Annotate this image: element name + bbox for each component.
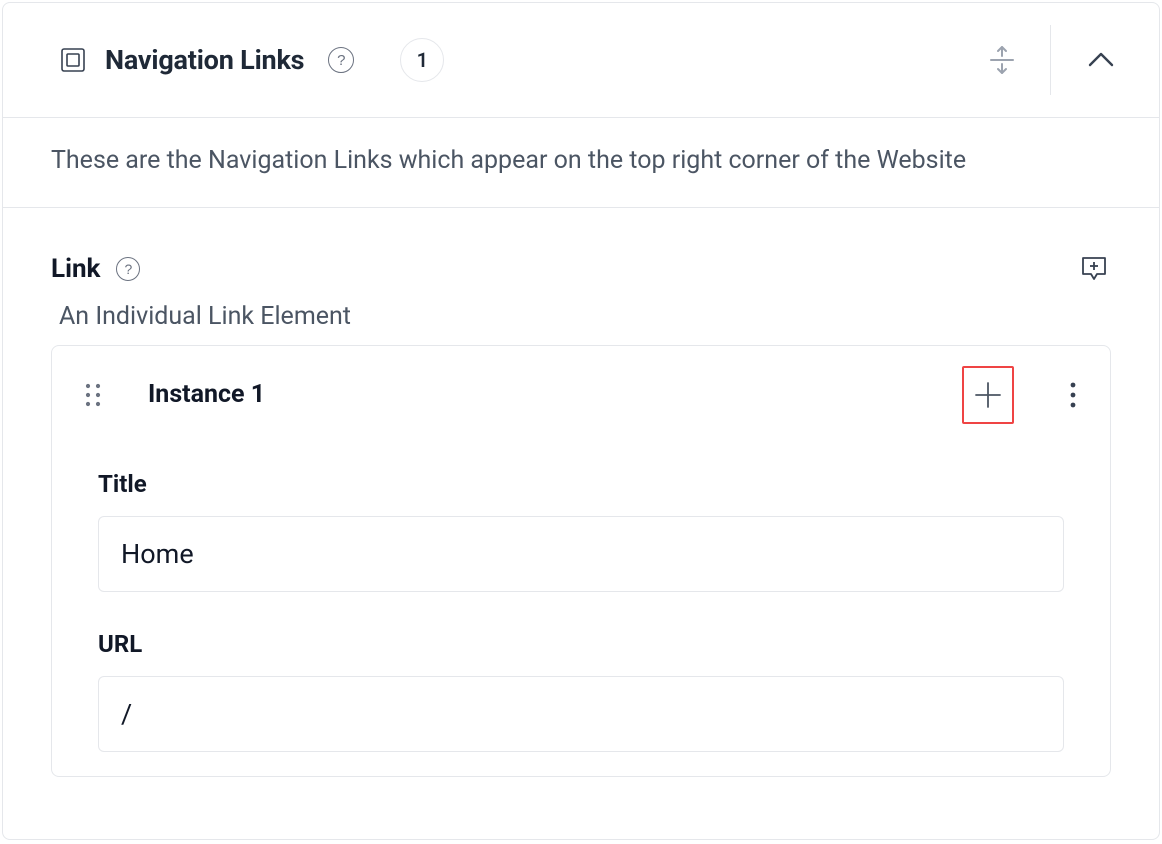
drag-handle-icon[interactable] (82, 384, 104, 406)
instance-header: Instance 1 (52, 346, 1110, 444)
panel-header: Navigation Links ? 1 (3, 3, 1159, 118)
title-field-label: Title (98, 470, 1064, 498)
instance-fields: Title URL (52, 444, 1110, 776)
instance-card: Instance 1 Title (51, 345, 1111, 777)
navigation-links-panel: Navigation Links ? 1 These are (2, 2, 1160, 840)
more-options-button[interactable] (1058, 375, 1088, 415)
collapse-button[interactable] (1081, 40, 1121, 80)
divider (1050, 25, 1051, 95)
section-header: Link ? (51, 252, 1111, 286)
instance-title: Instance 1 (148, 380, 938, 409)
help-icon[interactable]: ? (116, 257, 140, 281)
header-left: Navigation Links ? 1 (59, 38, 984, 82)
section-title-wrap: Link ? (51, 254, 140, 284)
comment-button[interactable] (1077, 252, 1111, 286)
section-title: Link (51, 254, 100, 284)
section-description: An Individual Link Element (59, 302, 1111, 331)
component-icon (59, 46, 87, 74)
add-instance-button[interactable] (962, 366, 1014, 424)
sort-button[interactable] (984, 42, 1020, 78)
panel-description: These are the Navigation Links which app… (3, 118, 1159, 208)
header-right (984, 25, 1127, 95)
panel-body: Link ? An Individual Link Element (3, 208, 1159, 797)
help-icon[interactable]: ? (328, 47, 354, 73)
panel-title: Navigation Links (105, 44, 304, 76)
url-field-label: URL (98, 630, 1064, 658)
url-field-input[interactable] (98, 676, 1064, 752)
title-field-input[interactable] (98, 516, 1064, 592)
count-badge: 1 (400, 38, 444, 82)
